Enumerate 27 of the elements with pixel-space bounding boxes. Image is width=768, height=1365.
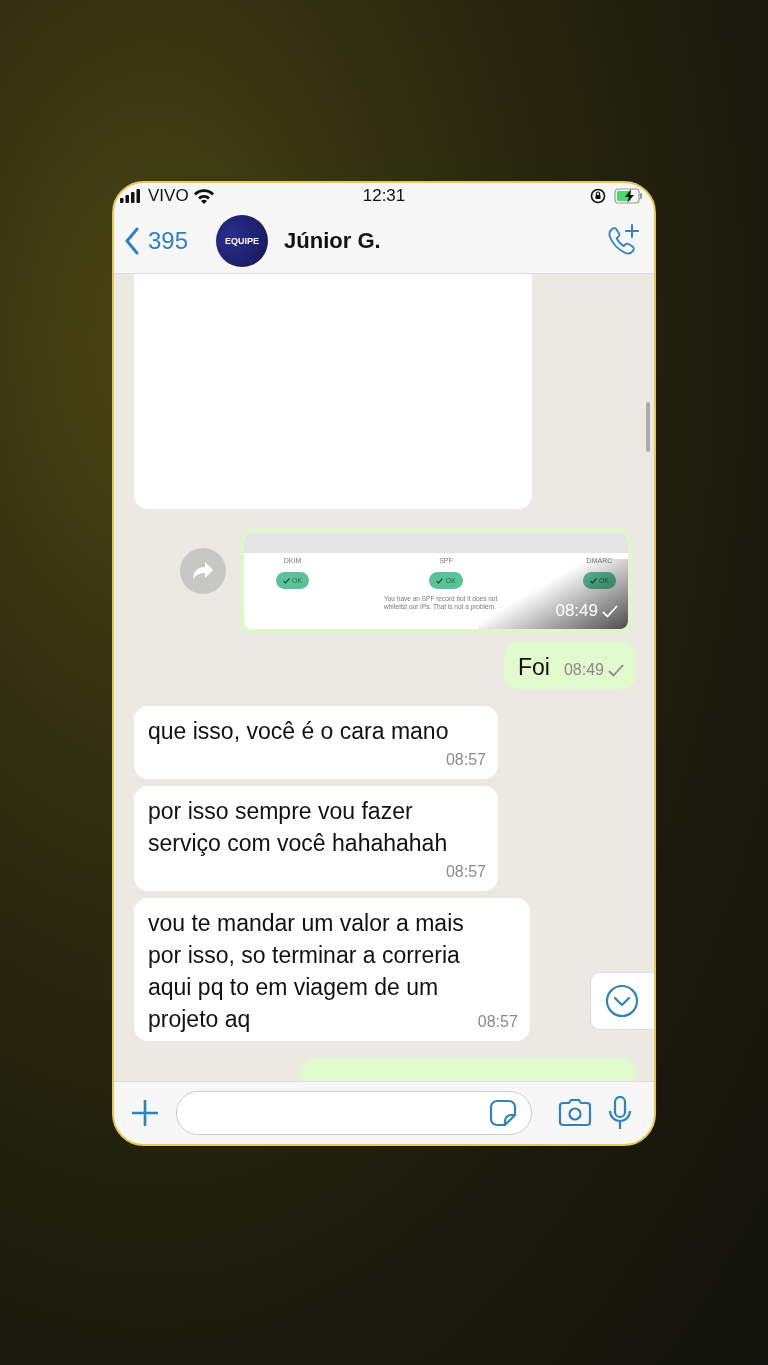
scroll-down-button[interactable] bbox=[590, 972, 654, 1030]
message-time: 08:49 bbox=[555, 601, 598, 621]
wifi-icon bbox=[192, 188, 215, 204]
message-text: Foi bbox=[518, 653, 550, 682]
sticker-icon[interactable] bbox=[489, 1099, 517, 1127]
chevron-down-icon bbox=[604, 983, 640, 1019]
back-button[interactable]: 395 bbox=[124, 227, 189, 255]
camera-icon[interactable] bbox=[558, 1099, 592, 1127]
message-time: 08:57 bbox=[445, 862, 486, 882]
microphone-icon[interactable] bbox=[608, 1096, 632, 1130]
carrier-name: VIVO bbox=[148, 186, 189, 206]
message-input-field[interactable] bbox=[176, 1091, 532, 1135]
check-icon bbox=[608, 663, 624, 677]
check-icon bbox=[602, 604, 618, 618]
message-text: vou te mandar um valor a mais por isso, so terminar a correria aqui pq to em viagem de um projeto aq bbox=[148, 909, 464, 1034]
chevron-icon bbox=[124, 227, 140, 255]
rotation-lock-icon bbox=[590, 188, 606, 204]
message-time: 08:49 bbox=[563, 660, 604, 680]
contact-avatar[interactable]: EQUIPE bbox=[216, 215, 269, 267]
scroll-bar bbox=[646, 402, 650, 452]
message-text: por isso sempre vou fazer serviço com você hahahahah bbox=[148, 797, 449, 858]
message-time: 08:57 bbox=[445, 750, 486, 770]
message-time: 08:57 bbox=[477, 1012, 518, 1032]
message-text: que isso, você é o cara mano bbox=[148, 717, 450, 746]
clock-time: 12:31 bbox=[362, 186, 406, 206]
plus-icon[interactable] bbox=[130, 1098, 160, 1128]
contact-name[interactable]: Júnior G. bbox=[284, 228, 604, 254]
